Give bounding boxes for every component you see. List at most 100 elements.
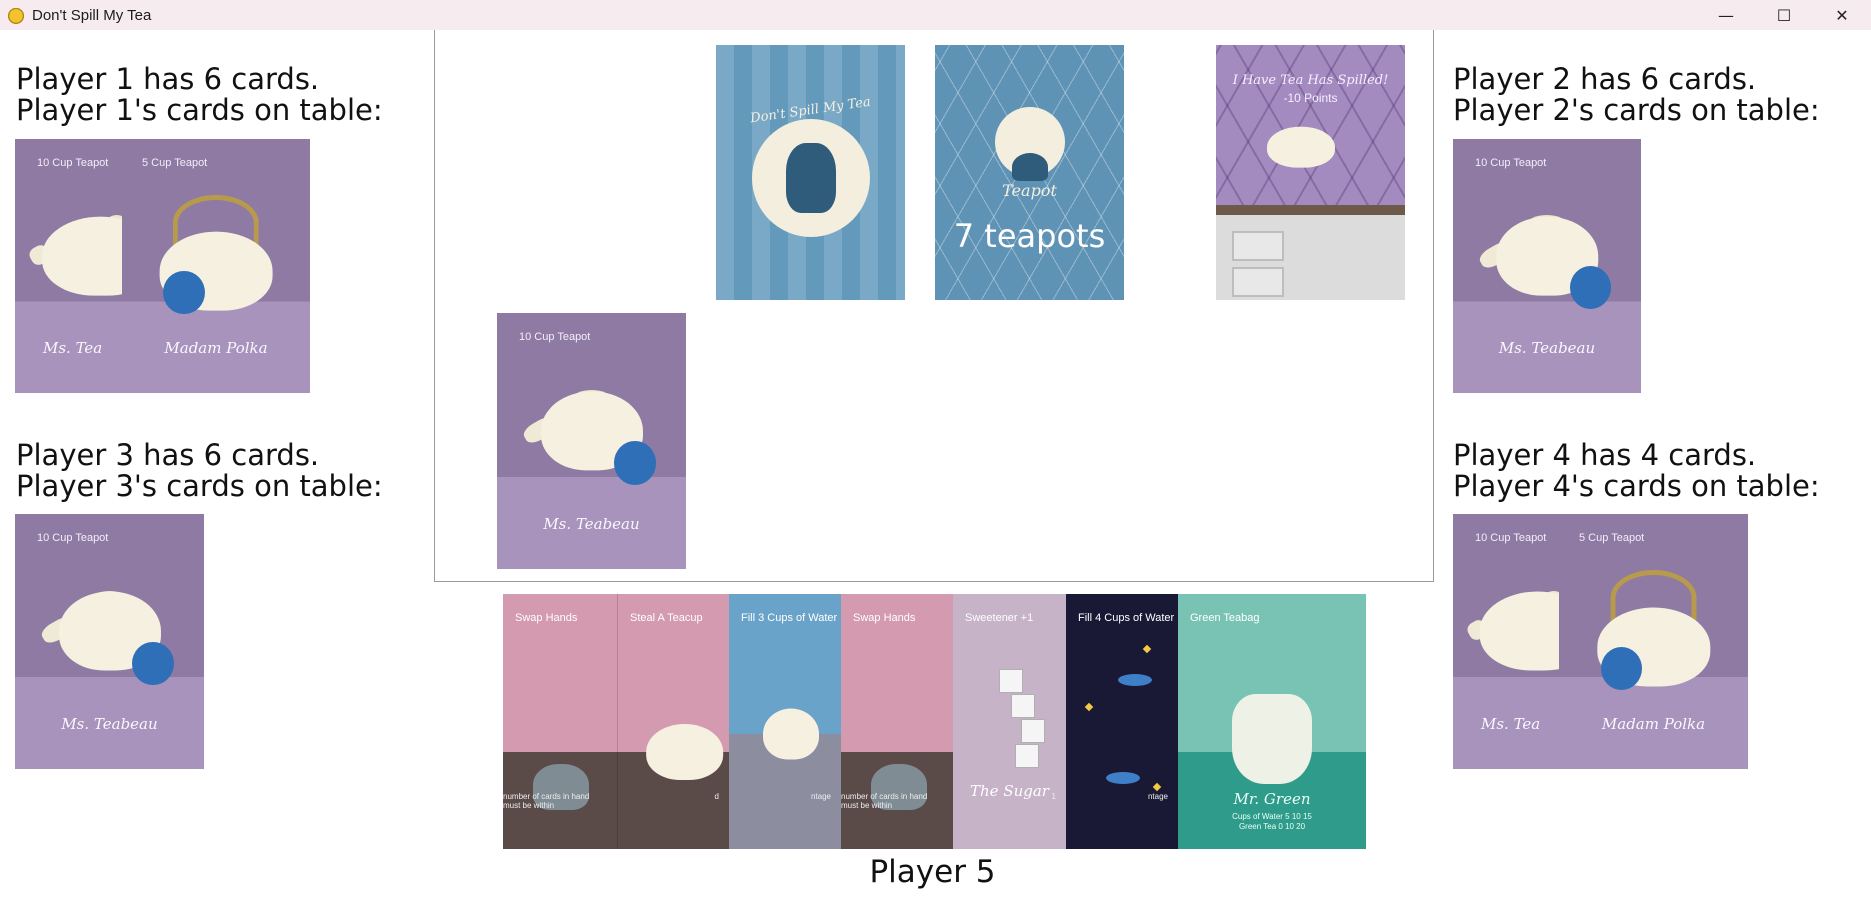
sugar-cube-icon: [1021, 719, 1045, 743]
player-3-card-count: Player 3 has 6 cards.: [16, 438, 320, 472]
pile-type-label: Teapot: [1002, 181, 1057, 200]
card-text: ntage: [1147, 792, 1168, 801]
teapot-icon: [1479, 591, 1559, 671]
spilled-points: -10 Points: [1283, 91, 1338, 105]
game-board: Don't Spill My Tea Teapot 7 teapots I Ha…: [434, 30, 1434, 582]
card-caption: Sweetener +1: [965, 612, 1034, 624]
player-2-card-count: Player 2 has 6 cards.: [1453, 62, 1757, 96]
pile-count: 7 teapots: [953, 217, 1106, 255]
card-caption: 10 Cup Teapot: [37, 157, 109, 169]
drawer-icon: [1232, 231, 1284, 261]
star-icon: [1084, 702, 1094, 712]
card-text: number of cards in hand must be within: [503, 792, 590, 810]
player-4-card-count: Player 4 has 4 cards.: [1453, 438, 1757, 472]
hand-card-2[interactable]: Steal A Teacup d: [617, 594, 729, 849]
hand-card-3[interactable]: Fill 3 Cups of Water ntage: [729, 594, 841, 849]
player-2-card-1[interactable]: 10 Cup Teapot Ms. Teabeau: [1453, 139, 1641, 393]
sugar-cube-icon: [1011, 694, 1035, 718]
player-2-table-label: Player 2's cards on table:: [1453, 93, 1820, 127]
hand-card-6[interactable]: Fill 4 Cups of Water ntage: [1066, 594, 1178, 849]
teabag-icon: [1232, 694, 1312, 784]
card-caption: 5 Cup Teapot: [142, 157, 208, 169]
teapot-decoration-icon: [614, 441, 656, 485]
card-stat-row: Cups of Water 5 10 15: [1232, 812, 1312, 821]
teapot-pile[interactable]: Teapot 7 teapots: [935, 45, 1124, 300]
maximize-button[interactable]: ☐: [1755, 0, 1813, 30]
hand-card-5[interactable]: Sweetener +1 The Sugar 1: [953, 594, 1066, 849]
teapot-decoration-icon: [132, 641, 174, 685]
player-1-card-1[interactable]: 10 Cup Teapot Ms. Tea: [15, 139, 122, 393]
played-card[interactable]: 10 Cup Teapot Ms. Teabeau: [497, 313, 686, 569]
player-4-card-1[interactable]: 10 Cup Teapot Ms. Tea: [1453, 514, 1559, 769]
player-3-info: Player 3 has 6 cards. Player 3's cards o…: [16, 440, 383, 502]
player-4-table-label: Player 4's cards on table:: [1453, 469, 1820, 503]
card-name: Ms. Tea: [1481, 715, 1541, 733]
close-button[interactable]: ✕: [1813, 0, 1871, 30]
drawer-icon: [1232, 267, 1284, 297]
player-4-table-cards[interactable]: 10 Cup Teapot Ms. Tea 5 Cup Teapot Madam…: [1453, 514, 1748, 769]
counter-top: [1216, 205, 1405, 215]
card-caption: 10 Cup Teapot: [519, 331, 591, 343]
card-stat-row: Green Tea 0 10 20: [1238, 822, 1306, 831]
player-2-info: Player 2 has 6 cards. Player 2's cards o…: [1453, 64, 1820, 126]
card-name: Mr. Green: [1233, 790, 1311, 808]
card-name: Madam Polka: [164, 339, 268, 357]
spilled-title: I Have Tea Has Spilled!: [1232, 73, 1389, 88]
draw-deck[interactable]: Don't Spill My Tea: [716, 45, 905, 300]
kettle-decoration-icon: [163, 271, 205, 315]
sugar-cube-icon: [1015, 744, 1039, 768]
card-caption: 5 Cup Teapot: [1579, 532, 1645, 544]
player-1-info: Player 1 has 6 cards. Player 1's cards o…: [16, 64, 383, 126]
card-name: Madam Polka: [1601, 715, 1706, 733]
card-caption: Steal A Teacup: [630, 612, 703, 624]
star-icon: [1152, 782, 1162, 792]
card-text: number of cards in hand must be within: [841, 792, 928, 810]
window-controls: — ☐ ✕: [1697, 0, 1871, 30]
card-name: Ms. Teabeau: [61, 715, 158, 733]
card-caption: 10 Cup Teapot: [37, 532, 109, 544]
sugar-cube-icon: [999, 669, 1023, 693]
teapot-decoration-icon: [1569, 266, 1611, 310]
player-3-card-1[interactable]: 10 Cup Teapot Ms. Teabeau: [15, 514, 204, 769]
teapot-silhouette-icon: [785, 142, 836, 213]
card-name: Ms. Teabeau: [543, 515, 640, 533]
card-caption: 10 Cup Teapot: [1475, 532, 1547, 544]
card-name: Ms. Teabeau: [1498, 339, 1596, 357]
window-titlebar: Don't Spill My Tea — ☐ ✕: [0, 0, 1871, 30]
card-caption: Fill 4 Cups of Water: [1078, 612, 1175, 624]
app-icon: [7, 6, 25, 24]
card-name: Ms. Tea: [43, 339, 103, 357]
spilling-teapot-icon: [1267, 126, 1336, 168]
hand-card-1[interactable]: Swap Hands number of cards in hand must …: [503, 594, 617, 849]
minimize-button[interactable]: —: [1697, 0, 1755, 30]
card-text: ntage: [810, 792, 831, 801]
card-caption: Swap Hands: [515, 612, 578, 624]
kettle-icon: [762, 708, 819, 760]
player-1-table-cards[interactable]: 10 Cup Teapot Ms. Tea 5 Cup Teapot Madam…: [15, 139, 310, 393]
player-1-card-count: Player 1 has 6 cards.: [16, 62, 320, 96]
ufo-icon: [1118, 674, 1152, 686]
card-caption: Green Teabag: [1190, 612, 1260, 624]
tea-cozy-icon: [1011, 153, 1048, 182]
ufo-icon: [1106, 772, 1140, 784]
teapot-icon: [41, 216, 122, 296]
player-3-table-label: Player 3's cards on table:: [16, 469, 383, 503]
hand-card-4[interactable]: Swap Hands number of cards in hand must …: [841, 594, 953, 849]
teacup-icon: [645, 724, 724, 781]
card-caption: 10 Cup Teapot: [1475, 157, 1547, 169]
card-caption: Swap Hands: [853, 612, 916, 624]
spilled-card[interactable]: I Have Tea Has Spilled! -10 Points: [1216, 45, 1405, 300]
star-icon: [1142, 644, 1152, 654]
player-4-card-2[interactable]: 5 Cup Teapot Madam Polka: [1559, 514, 1748, 769]
player-1-table-label: Player 1's cards on table:: [16, 93, 383, 127]
hand-card-7[interactable]: Green Teabag Mr. Green Cups of Water 5 1…: [1178, 594, 1366, 849]
card-name: The Sugar: [970, 782, 1049, 800]
player-4-info: Player 4 has 4 cards. Player 4's cards o…: [1453, 440, 1820, 502]
player-5-label: Player 5: [869, 854, 996, 890]
window-title: Don't Spill My Tea: [32, 6, 152, 24]
card-caption: Fill 3 Cups of Water: [741, 612, 838, 624]
card-text: d: [714, 792, 719, 801]
kettle-decoration-icon: [1600, 646, 1643, 690]
card-text: 1: [1051, 792, 1056, 801]
player-1-card-2[interactable]: 5 Cup Teapot Madam Polka: [122, 139, 310, 393]
